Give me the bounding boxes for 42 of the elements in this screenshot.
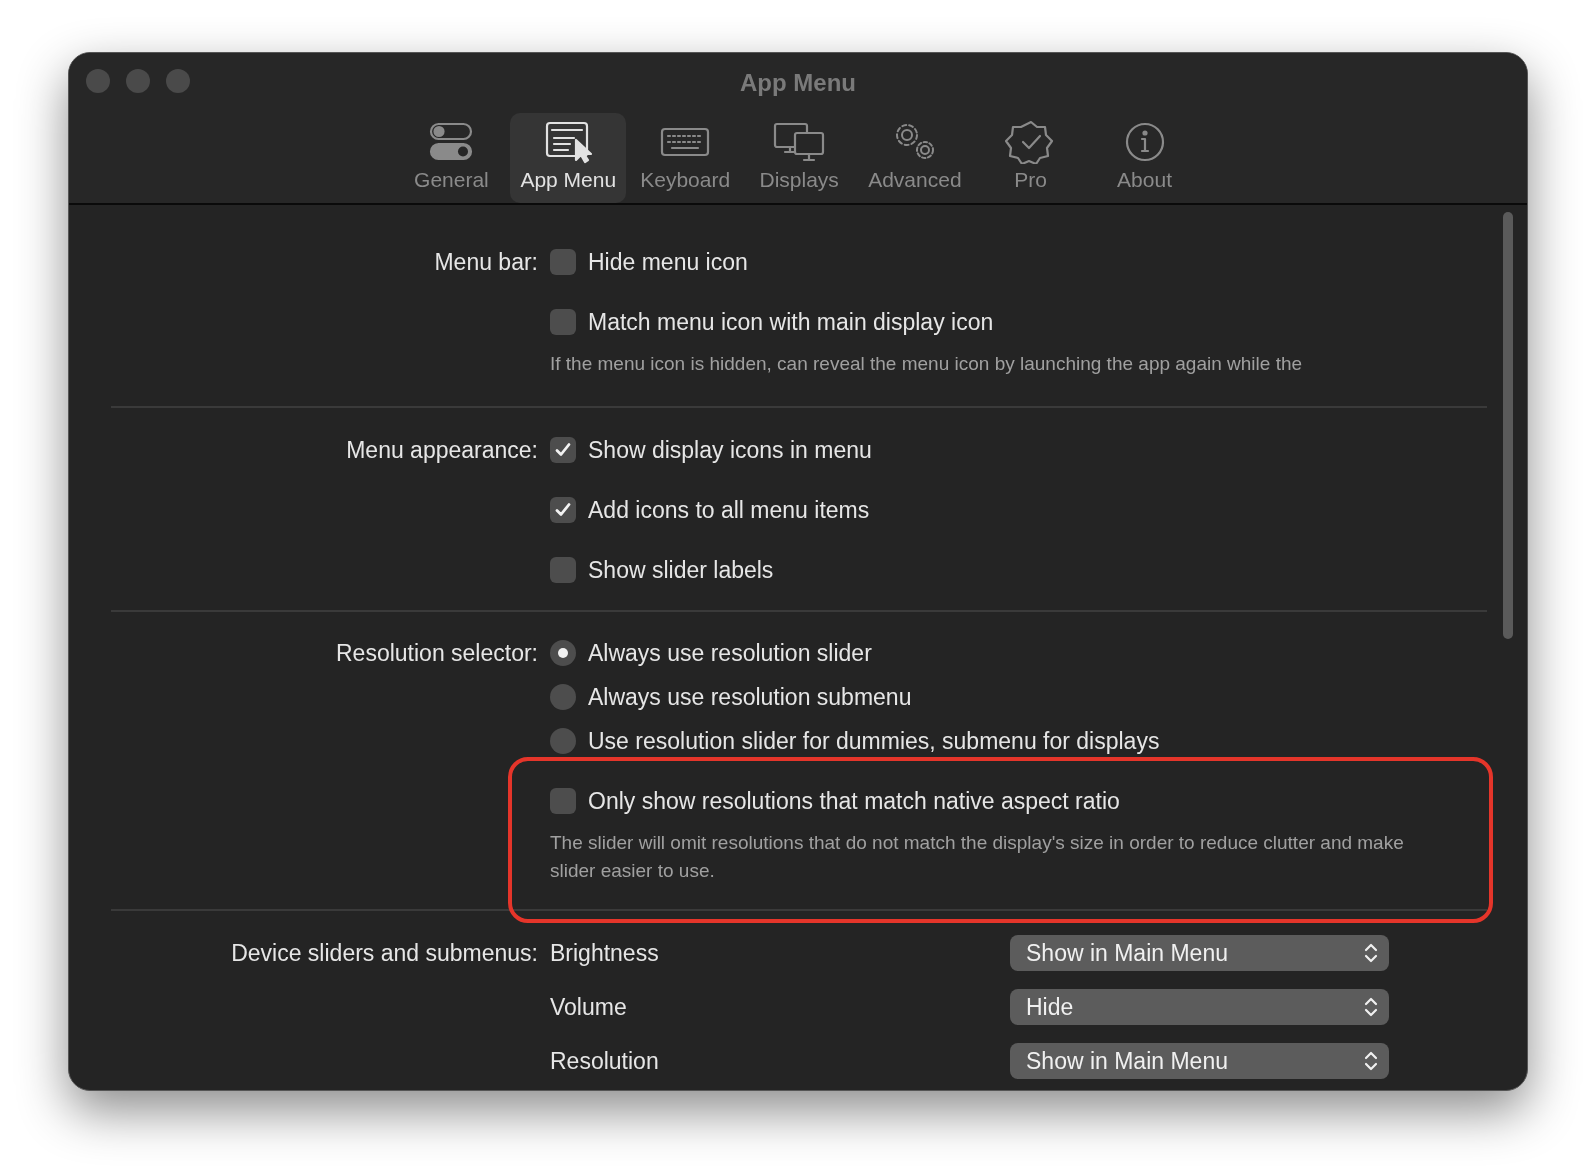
zoom-button[interactable] bbox=[166, 69, 190, 93]
toolbar-tab[interactable]: App Menu bbox=[510, 113, 627, 203]
hint-text: If the menu icon is hidden, can reveal the menu icon by launching the app again while the bbox=[550, 352, 1304, 376]
radio-label: Use resolution slider for dummies, submenu for displays bbox=[588, 726, 1160, 756]
checkbox[interactable] bbox=[550, 788, 576, 814]
checkbox[interactable] bbox=[550, 309, 576, 335]
checkbox[interactable] bbox=[550, 557, 576, 583]
checkbox-label: Match menu icon with main display icon bbox=[588, 307, 994, 337]
radio-button[interactable] bbox=[550, 684, 576, 710]
minimize-button[interactable] bbox=[126, 69, 150, 93]
checkbox-label: Show display icons in menu bbox=[588, 435, 872, 465]
toolbar-tab[interactable]: About bbox=[1089, 113, 1200, 203]
close-button[interactable] bbox=[86, 69, 110, 93]
toolbar-tab[interactable]: Pro bbox=[975, 113, 1086, 203]
radio-button[interactable] bbox=[550, 728, 576, 754]
popup-button[interactable]: Show in Main Menu bbox=[1010, 1043, 1389, 1079]
checkbox[interactable] bbox=[550, 497, 576, 523]
toolbar-tab[interactable]: Keyboard bbox=[630, 113, 741, 203]
checkbox-label: Show slider labels bbox=[588, 555, 774, 585]
radio-button[interactable] bbox=[550, 640, 576, 666]
window-title: App Menu bbox=[740, 68, 856, 98]
scrollbar-thumb[interactable] bbox=[1503, 212, 1513, 639]
row-label: Volume bbox=[550, 992, 628, 1022]
checkbox[interactable] bbox=[550, 437, 576, 463]
toolbar-tab[interactable]: Advanced bbox=[858, 113, 972, 203]
row-label: Brightness bbox=[550, 938, 660, 968]
checkbox-label: Only show resolutions that match native aspect ratio bbox=[588, 786, 1120, 816]
section-label: Resolution selector: bbox=[336, 638, 538, 668]
checkbox[interactable] bbox=[550, 249, 576, 275]
toolbar-tab[interactable]: General bbox=[396, 113, 507, 203]
checkbox-label: Add icons to all menu items bbox=[588, 495, 870, 525]
hint-text: The slider will omit resolutions that do not match the display's size in order to reduce clutter and make slider easier to use. bbox=[550, 831, 1405, 883]
section-label: Device sliders and submenus: bbox=[231, 938, 538, 968]
toolbar-tab[interactable]: Displays bbox=[744, 113, 855, 203]
section-label: Menu appearance: bbox=[346, 435, 538, 465]
popup-button[interactable]: Show in Main Menu bbox=[1010, 935, 1389, 971]
radio-label: Always use resolution slider bbox=[588, 638, 872, 668]
popup-button[interactable]: Hide bbox=[1010, 989, 1389, 1025]
radio-label: Always use resolution submenu bbox=[588, 682, 912, 712]
section-label: Menu bar: bbox=[434, 247, 538, 277]
checkbox-label: Hide menu icon bbox=[588, 247, 748, 277]
row-label: Resolution bbox=[550, 1046, 660, 1076]
